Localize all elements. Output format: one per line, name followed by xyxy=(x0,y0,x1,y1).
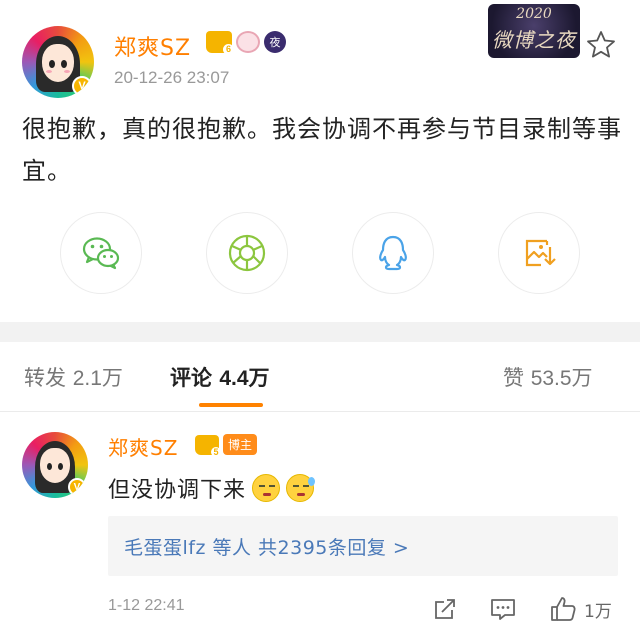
verified-icon: V xyxy=(68,478,86,496)
active-tab-indicator xyxy=(199,403,263,407)
tab-like[interactable]: 赞 53.5万 xyxy=(503,362,593,392)
like-thumb-icon[interactable] xyxy=(548,594,578,624)
author-name[interactable]: 郑爽SZ xyxy=(114,30,191,62)
section-divider xyxy=(0,322,640,342)
author-avatar[interactable]: V xyxy=(22,26,94,98)
comment-time: 1-12 22:41 xyxy=(108,597,185,614)
comment-text: 但没协调下来 xyxy=(108,472,316,504)
pig-badge-icon[interactable] xyxy=(236,31,260,53)
commenter-avatar[interactable]: V xyxy=(22,432,88,498)
tab-repost[interactable]: 转发 2.1万 xyxy=(24,362,123,392)
save-image-button[interactable] xyxy=(498,212,580,294)
tab-like-label: 赞 xyxy=(503,366,524,390)
comment-like-count: 1万 xyxy=(584,602,612,622)
tab-repost-count: 2.1万 xyxy=(72,367,123,390)
commenter-badges: 博主 xyxy=(195,434,258,457)
comment-footer: 1-12 22:41 1万 xyxy=(108,594,618,624)
post-body-text: 很抱歉，真的很抱歉。我会协调不再参与节目录制等事宜。 xyxy=(22,115,622,185)
tab-repost-label: 转发 xyxy=(24,366,66,390)
interaction-tabs: 转发 2.1万 评论 4.4万 赞 53.5万 xyxy=(0,342,640,412)
vip-crown-icon[interactable] xyxy=(206,31,234,55)
tab-comment-label: 评论 xyxy=(170,366,212,390)
banner-year: 2020 xyxy=(516,6,552,22)
wechat-icon xyxy=(82,237,120,270)
vip-crown-icon[interactable] xyxy=(195,434,221,457)
replies-summary-link[interactable]: 毛蛋蛋lfz 等人 共2395条回复 > xyxy=(108,516,618,576)
tab-comment[interactable]: 评论 4.4万 xyxy=(170,362,270,392)
repost-comment-icon[interactable] xyxy=(430,594,460,624)
share-qq-button[interactable] xyxy=(352,212,434,294)
user-badges: 夜 xyxy=(206,31,286,55)
weibo-night-badge-icon[interactable]: 夜 xyxy=(264,31,286,53)
post-header: V 郑爽SZ 夜 20-12-26 23:07 2020 微博之夜 xyxy=(0,0,640,100)
comment-text-content: 但没协调下来 xyxy=(108,478,247,503)
sweat-emoji-icon xyxy=(286,474,316,502)
host-tag: 博主 xyxy=(223,434,258,455)
tab-comment-count: 4.4万 xyxy=(219,367,270,390)
qq-icon xyxy=(379,235,407,271)
save-image-icon xyxy=(525,239,556,267)
reply-comment-icon[interactable] xyxy=(488,594,518,624)
share-row xyxy=(0,212,640,294)
verified-icon: V xyxy=(72,76,92,96)
banner-name: 微博之夜 xyxy=(492,28,576,52)
tab-like-count: 53.5万 xyxy=(530,367,593,390)
favorite-star-icon[interactable] xyxy=(586,30,616,60)
share-wechat-button[interactable] xyxy=(60,212,142,294)
post-timestamp: 20-12-26 23:07 xyxy=(114,68,230,87)
weibo-night-banner[interactable]: 2020 微博之夜 xyxy=(488,4,580,58)
share-moments-button[interactable] xyxy=(206,212,288,294)
comment-item: V 郑爽SZ 博主 但没协调下来 毛蛋蛋lfz 等人 共2395条回复 > 1-… xyxy=(0,412,640,631)
awkward-emoji-icon xyxy=(252,474,281,502)
commenter-name[interactable]: 郑爽SZ xyxy=(108,432,178,461)
moments-icon xyxy=(228,234,266,272)
